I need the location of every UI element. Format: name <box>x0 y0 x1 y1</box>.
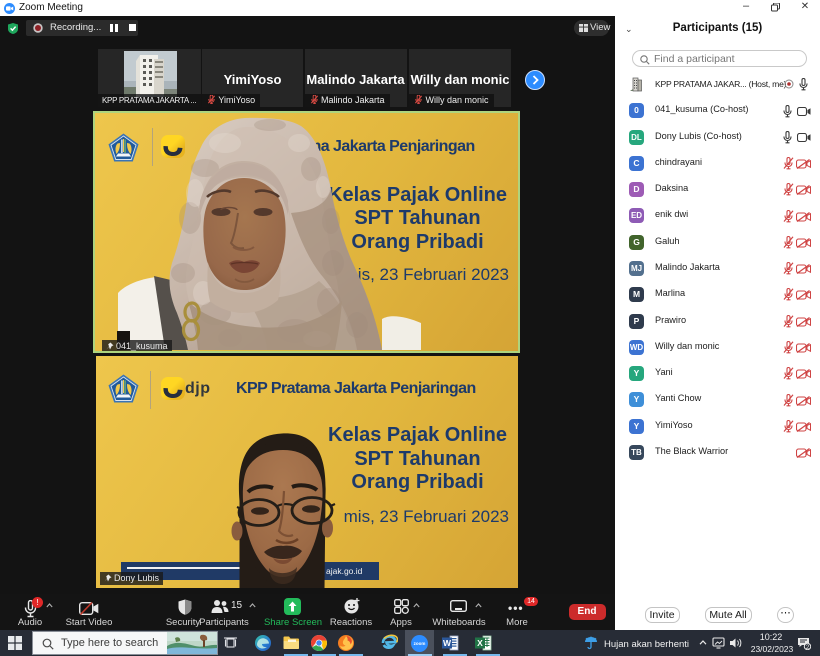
svg-text:2: 2 <box>806 644 810 650</box>
svg-text:W: W <box>443 638 452 648</box>
svg-text:X: X <box>477 638 483 648</box>
